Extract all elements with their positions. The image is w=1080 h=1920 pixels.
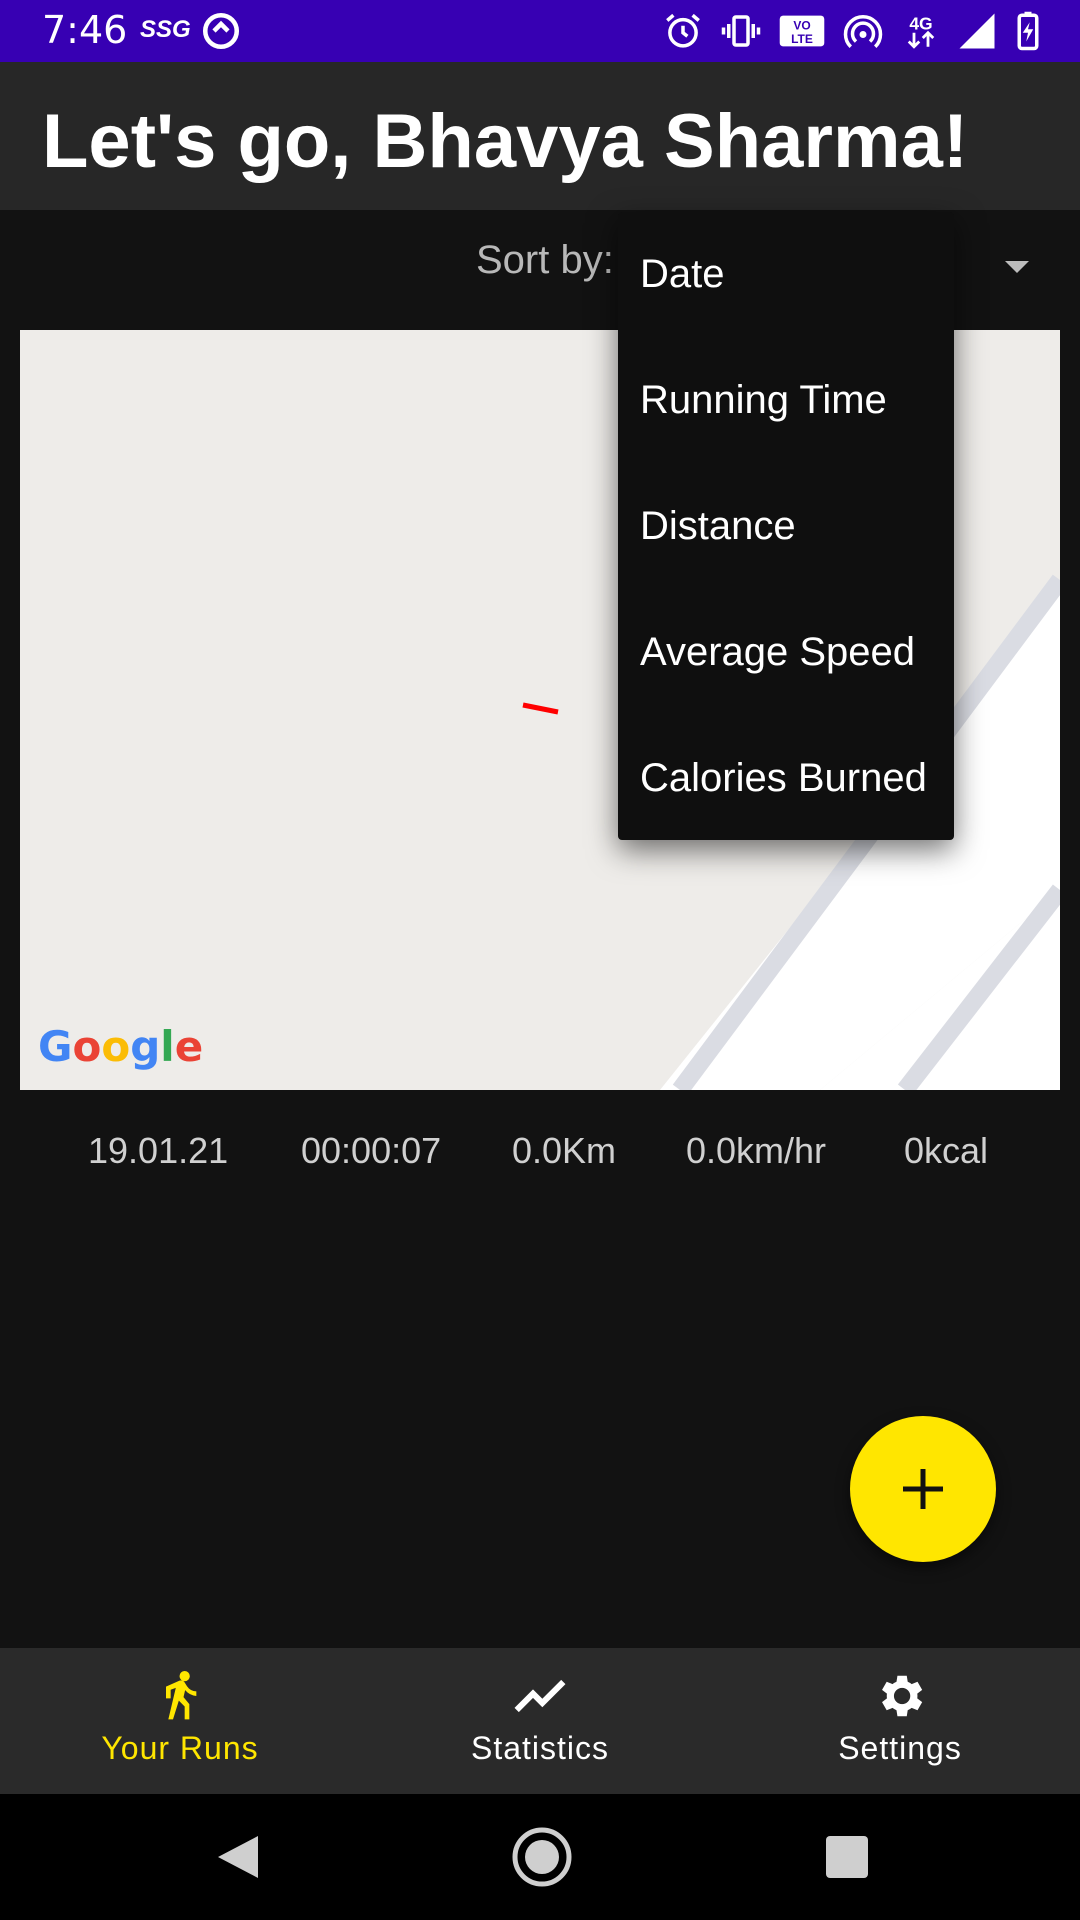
google-logo: Google bbox=[38, 1022, 204, 1071]
recents-icon[interactable] bbox=[812, 1822, 882, 1892]
run-calories: 0kcal bbox=[904, 1130, 989, 1171]
trending-line-icon bbox=[512, 1668, 568, 1724]
sync-icon bbox=[200, 10, 242, 52]
signal-icon bbox=[956, 10, 998, 52]
nav-item-statistics[interactable]: Statistics bbox=[360, 1648, 720, 1794]
svg-text:VO: VO bbox=[793, 18, 810, 32]
volte-icon: VO LTE bbox=[778, 10, 826, 52]
alarm-icon bbox=[662, 10, 704, 52]
back-icon[interactable] bbox=[204, 1822, 274, 1892]
sort-option-average-speed[interactable]: Average Speed bbox=[640, 630, 915, 675]
nav-item-settings[interactable]: Settings bbox=[720, 1648, 1080, 1794]
dropdown-arrow-icon[interactable] bbox=[1004, 254, 1030, 280]
sort-dropdown-menu: Date Running Time Distance Average Speed… bbox=[618, 212, 954, 840]
run-distance: 0.0Km bbox=[512, 1130, 617, 1171]
add-run-button[interactable] bbox=[850, 1416, 996, 1562]
plus-icon bbox=[903, 1469, 943, 1509]
nav-label-statistics: Statistics bbox=[470, 1730, 610, 1766]
gear-icon bbox=[872, 1668, 928, 1724]
vibrate-icon bbox=[720, 10, 762, 52]
battery-charging-icon bbox=[1008, 10, 1048, 52]
home-icon[interactable] bbox=[504, 1819, 580, 1895]
status-time: 7:46 bbox=[42, 8, 128, 52]
nav-item-your-runs[interactable]: Your Runs bbox=[0, 1648, 360, 1794]
running-person-icon bbox=[152, 1668, 208, 1724]
sort-option-calories-burned[interactable]: Calories Burned bbox=[640, 756, 927, 801]
sort-option-distance[interactable]: Distance bbox=[640, 504, 796, 549]
system-navigation-bar bbox=[0, 1794, 1080, 1920]
nav-label-settings: Settings bbox=[838, 1730, 962, 1766]
svg-text:LTE: LTE bbox=[791, 32, 813, 46]
svg-text:4G: 4G bbox=[909, 13, 932, 33]
app-bar: Let's go, Bhavya Sharma! bbox=[0, 62, 1080, 210]
status-bar: 7:46 SSG VO LTE 4G bbox=[0, 0, 1080, 62]
4g-icon: 4G bbox=[900, 10, 942, 52]
sort-option-date[interactable]: Date bbox=[640, 252, 725, 297]
run-stats-row[interactable]: 19.01.21 00:00:07 0.0Km 0.0km/hr 0kcal bbox=[0, 1130, 1080, 1190]
carrier-label: SSG bbox=[140, 16, 191, 43]
sort-label: Sort by: bbox=[476, 238, 614, 282]
page-title: Let's go, Bhavya Sharma! bbox=[42, 99, 969, 184]
run-date: 19.01.21 bbox=[88, 1130, 229, 1171]
run-time: 00:00:07 bbox=[301, 1130, 442, 1171]
run-speed: 0.0km/hr bbox=[686, 1130, 827, 1171]
bottom-navigation: Your Runs Statistics Settings bbox=[0, 1648, 1080, 1794]
sort-option-running-time[interactable]: Running Time bbox=[640, 378, 887, 423]
hotspot-icon bbox=[842, 10, 884, 52]
nav-label-your-runs: Your Runs bbox=[101, 1730, 259, 1766]
